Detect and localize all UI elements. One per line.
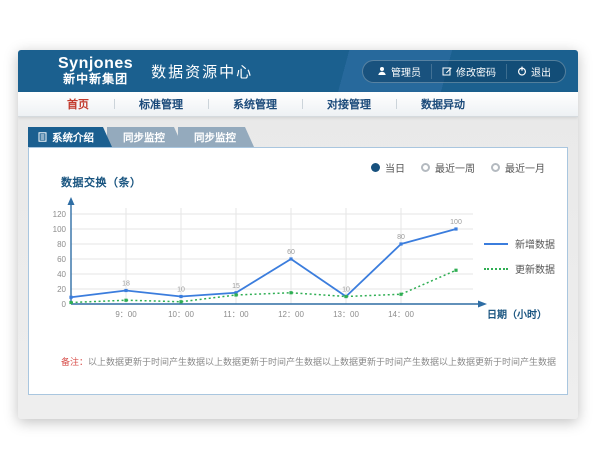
svg-text:14：00: 14：00 xyxy=(388,310,414,319)
data-point xyxy=(399,242,402,245)
user-icon xyxy=(377,66,387,76)
brand-logo-line2: 新中新集团 xyxy=(58,73,133,86)
radio-today[interactable]: 当日 xyxy=(371,160,405,175)
footnote-label: 备注： xyxy=(61,357,88,367)
tab-sync-monitor-1-label: 同步监控 xyxy=(123,130,165,145)
data-point xyxy=(289,291,292,294)
svg-text:80: 80 xyxy=(57,240,66,249)
tab-sync-monitor-2-label: 同步监控 xyxy=(194,130,236,145)
user-menu-admin-label: 管理员 xyxy=(391,64,421,79)
svg-text:60: 60 xyxy=(57,255,66,264)
tab-system-intro-label: 系统介绍 xyxy=(52,130,94,145)
svg-text:日期（小时）: 日期（小时） xyxy=(487,308,547,321)
change-password-button[interactable]: 修改密码 xyxy=(431,64,506,79)
svg-text:120: 120 xyxy=(53,210,67,219)
y-axis-title: 数据交换（条） xyxy=(61,174,142,190)
document-icon xyxy=(38,132,47,142)
data-point xyxy=(179,295,182,298)
data-point xyxy=(179,300,182,303)
legend-solid-line-swatch xyxy=(484,243,508,245)
radio-unselected-icon xyxy=(421,163,430,172)
logout-label: 退出 xyxy=(531,64,551,79)
data-point xyxy=(454,269,457,272)
logout-button[interactable]: 退出 xyxy=(506,64,561,79)
legend-new-data-label: 新增数据 xyxy=(515,236,555,251)
radio-today-label: 当日 xyxy=(385,160,405,175)
legend-updated-data-label: 更新数据 xyxy=(515,261,555,276)
svg-text:100: 100 xyxy=(450,219,462,226)
user-menu: 管理员 修改密码 退出 xyxy=(362,60,566,83)
brand-logo-line1: Synjones xyxy=(58,55,133,73)
app-window: Synjones 新中新集团 数据资源中心 管理员 修改密码 退出 xyxy=(18,50,578,419)
radio-last-month[interactable]: 最近一月 xyxy=(491,160,545,175)
app-header: Synjones 新中新集团 数据资源中心 管理员 修改密码 退出 xyxy=(18,50,578,92)
radio-selected-icon xyxy=(371,163,380,172)
svg-text:10: 10 xyxy=(177,287,185,294)
content-area: 系统介绍 同步监控 同步监控 当日 最近一周 xyxy=(18,117,578,419)
range-filter: 当日 最近一周 最近一月 xyxy=(371,160,545,175)
svg-text:10：00: 10：00 xyxy=(168,310,194,319)
footnote-text: 以上数据更新于时间产生数据以上数据更新于时间产生数据以上数据更新于时间产生数据以… xyxy=(88,357,557,367)
edit-icon xyxy=(442,66,452,76)
radio-unselected-icon xyxy=(491,163,500,172)
chart-panel: 当日 最近一周 最近一月 数据交换（条） 0 20 40 60 80 100 120 9：00… xyxy=(28,147,568,395)
tab-sync-monitor-1[interactable]: 同步监控 xyxy=(107,127,183,147)
data-point xyxy=(399,293,402,296)
svg-text:100: 100 xyxy=(53,225,67,234)
page-title: 数据资源中心 xyxy=(151,61,253,82)
tab-bar: 系统介绍 同步监控 同步监控 xyxy=(28,127,254,147)
data-point xyxy=(344,295,347,298)
user-menu-admin[interactable]: 管理员 xyxy=(367,64,431,79)
nav-item-data-change[interactable]: 数据异动 xyxy=(396,96,490,112)
svg-text:11：00: 11：00 xyxy=(223,310,249,319)
svg-text:13：00: 13：00 xyxy=(333,310,359,319)
svg-text:12：00: 12：00 xyxy=(278,310,304,319)
brand-logo[interactable]: Synjones 新中新集团 xyxy=(58,55,133,86)
main-nav: 首页 标准管理 系统管理 对接管理 数据异动 xyxy=(18,92,578,117)
svg-text:20: 20 xyxy=(57,285,66,294)
chart-legend: 新增数据 更新数据 xyxy=(484,236,555,276)
footnote: 备注：以上数据更新于时间产生数据以上数据更新于时间产生数据以上数据更新于时间产生… xyxy=(61,355,557,368)
nav-item-standard-mgmt[interactable]: 标准管理 xyxy=(114,96,208,112)
data-point xyxy=(234,293,237,296)
nav-item-interface-mgmt[interactable]: 对接管理 xyxy=(302,96,396,112)
nav-item-home[interactable]: 首页 xyxy=(42,96,114,112)
power-icon xyxy=(517,66,527,76)
svg-text:40: 40 xyxy=(57,270,66,279)
data-point xyxy=(289,257,292,260)
svg-text:9：00: 9：00 xyxy=(115,310,137,319)
data-point xyxy=(124,289,127,292)
svg-text:80: 80 xyxy=(397,234,405,241)
data-point xyxy=(454,227,457,230)
radio-last-week-label: 最近一周 xyxy=(435,160,475,175)
tab-system-intro[interactable]: 系统介绍 xyxy=(28,127,112,147)
radio-last-week[interactable]: 最近一周 xyxy=(421,160,475,175)
data-point xyxy=(124,299,127,302)
legend-item-updated-data[interactable]: 更新数据 xyxy=(484,261,555,276)
radio-last-month-label: 最近一月 xyxy=(505,160,545,175)
svg-text:18: 18 xyxy=(122,281,130,288)
data-point xyxy=(69,296,72,299)
svg-text:0: 0 xyxy=(62,300,67,309)
tab-sync-monitor-2[interactable]: 同步监控 xyxy=(178,127,254,147)
svg-text:10: 10 xyxy=(342,287,350,294)
legend-item-new-data[interactable]: 新增数据 xyxy=(484,236,555,251)
data-point xyxy=(69,301,72,304)
change-password-label: 修改密码 xyxy=(456,64,496,79)
nav-item-system-mgmt[interactable]: 系统管理 xyxy=(208,96,302,112)
svg-text:15: 15 xyxy=(232,283,240,290)
svg-text:60: 60 xyxy=(287,249,295,256)
legend-dotted-line-swatch xyxy=(484,268,508,270)
